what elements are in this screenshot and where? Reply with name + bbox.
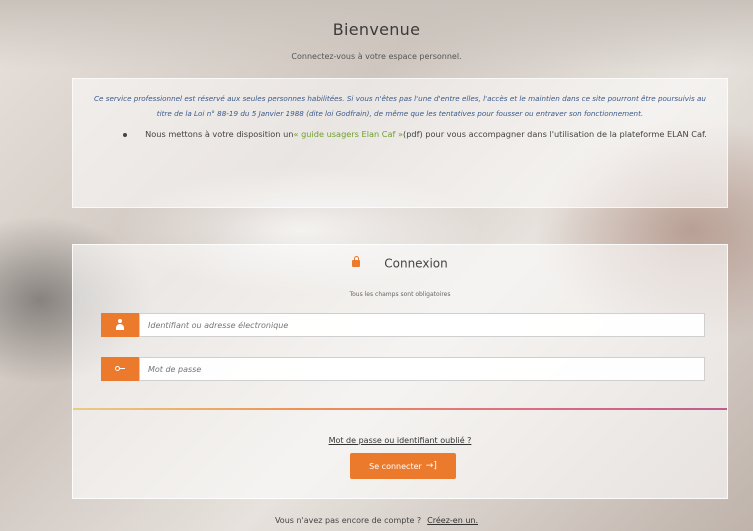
login-button[interactable]: Se connecter →] xyxy=(350,453,456,479)
login-button-label: Se connecter xyxy=(369,461,422,471)
signup-row: Vous n'avez pas encore de compte ? Créez-… xyxy=(0,516,753,525)
password-input[interactable] xyxy=(139,357,705,381)
forgot-row: Mot de passe ou identifiant oublié ? xyxy=(73,428,727,447)
forgot-password-link[interactable]: Mot de passe ou identifiant oublié ? xyxy=(329,436,472,445)
signup-prompt: Vous n'avez pas encore de compte ? xyxy=(274,516,422,525)
username-input[interactable] xyxy=(139,313,705,337)
legal-notice: Ce service professionnel est réservé aux… xyxy=(94,94,706,118)
page-subtitle: Connectez-vous à votre espace personnel. xyxy=(291,52,462,61)
signup-link[interactable]: Créez-en un. xyxy=(427,516,478,525)
password-icon-box xyxy=(101,357,139,381)
info-list: Nous mettons à votre disposition un« gui… xyxy=(89,127,711,142)
username-icon-box xyxy=(101,313,139,337)
guide-link[interactable]: « guide usagers Elan Caf » xyxy=(293,129,403,139)
info-panel: Ce service professionnel est réservé aux… xyxy=(72,78,728,208)
login-header: Connexion xyxy=(73,253,727,272)
username-field xyxy=(101,313,705,337)
guide-suffix: (pdf) pour vous accompagner dans l'utili… xyxy=(403,129,707,139)
divider xyxy=(73,408,727,410)
bullet-icon xyxy=(123,132,128,137)
login-title: Connexion xyxy=(384,256,448,271)
page-title: Bienvenue xyxy=(332,20,421,39)
key-icon xyxy=(115,366,125,372)
user-icon xyxy=(116,319,124,330)
lock-icon xyxy=(352,256,361,267)
list-item: Nous mettons à votre disposition un« gui… xyxy=(119,127,711,142)
required-note: Tous les champs sont obligatoires xyxy=(349,291,451,298)
login-card: Connexion Tous les champs sont obligatoi… xyxy=(72,244,728,499)
password-field xyxy=(101,357,705,381)
sign-in-icon: →] xyxy=(425,461,437,471)
guide-prefix: Nous mettons à votre disposition un xyxy=(145,129,294,139)
